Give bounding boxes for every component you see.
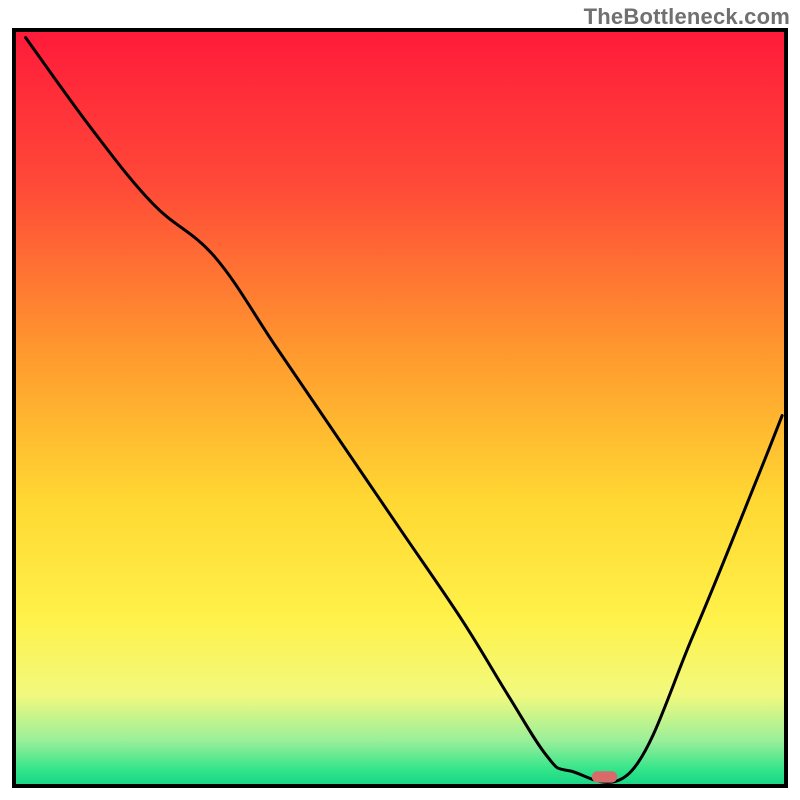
bottleneck-chart: [0, 0, 800, 800]
chart-container: TheBottleneck.com: [0, 0, 800, 800]
gradient-background: [14, 30, 786, 786]
optimal-marker: [592, 771, 617, 782]
